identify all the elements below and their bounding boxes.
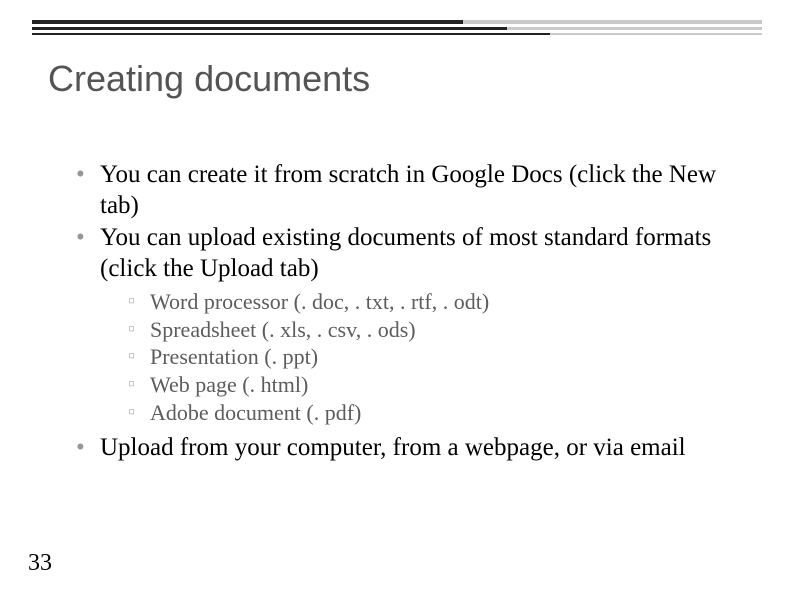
slide-content: You can create it from scratch in Google…	[72, 160, 746, 463]
bullet-text: You can create it from scratch in Google…	[100, 161, 716, 219]
bullet-text: You can upload existing documents of mos…	[100, 224, 711, 282]
bullet-item: You can create it from scratch in Google…	[72, 160, 746, 221]
sub-bullet-item: Web page (. html)	[128, 371, 746, 399]
slide-title: Creating documents	[48, 58, 370, 100]
decorative-rule	[32, 20, 762, 46]
bullet-text: Upload from your computer, from a webpag…	[100, 434, 686, 461]
sub-bullet-item: Word processor (. doc, . txt, . rtf, . o…	[128, 288, 746, 316]
sub-bullet-item: Presentation (. ppt)	[128, 343, 746, 371]
sub-bullet-item: Adobe document (. pdf)	[128, 399, 746, 427]
page-number: 33	[28, 550, 52, 577]
bullet-item: Upload from your computer, from a webpag…	[72, 433, 746, 464]
bullet-item: You can upload existing documents of mos…	[72, 223, 746, 427]
sub-bullet-item: Spreadsheet (. xls, . csv, . ods)	[128, 316, 746, 344]
